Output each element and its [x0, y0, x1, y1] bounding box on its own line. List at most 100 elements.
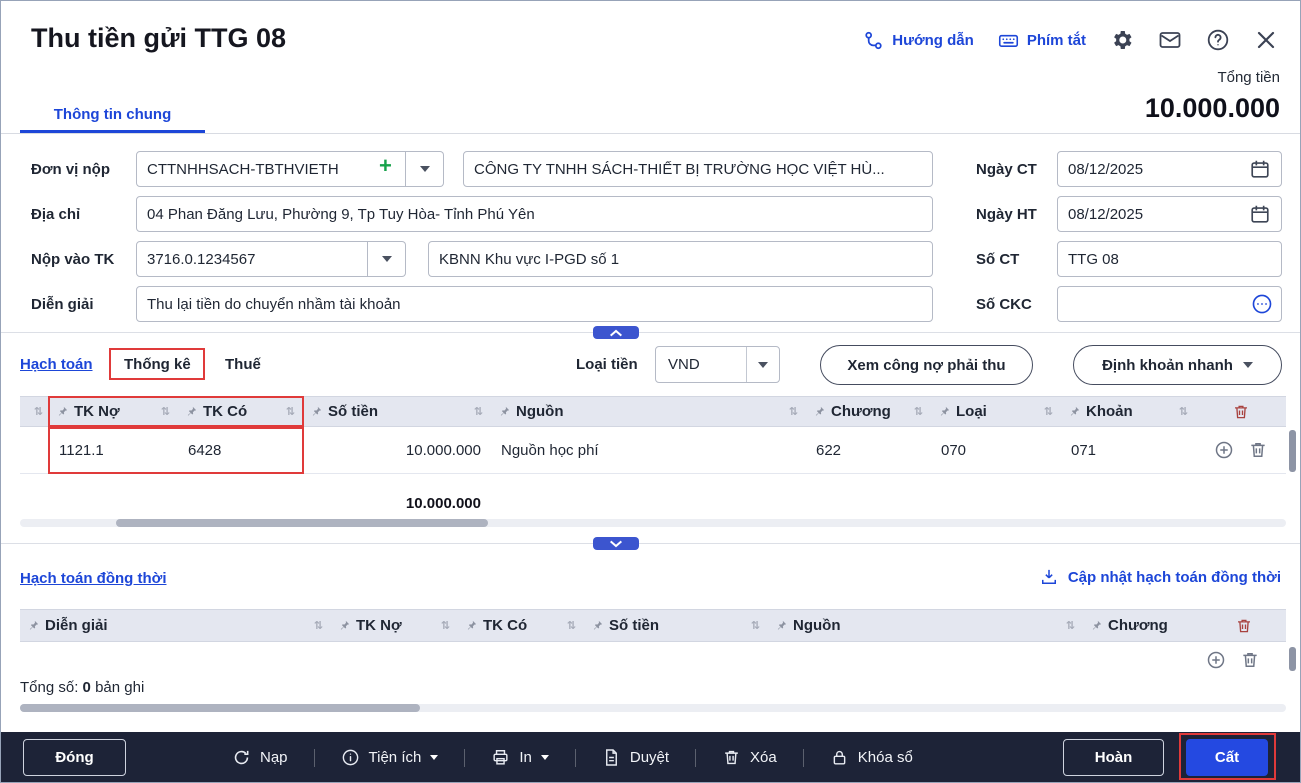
keyboard-icon [998, 30, 1019, 51]
sort-icon: ⇅ [914, 405, 923, 418]
delete-button[interactable]: Xóa [696, 748, 803, 767]
ckc-input[interactable] [1057, 286, 1282, 322]
feedback-mail-icon[interactable] [1158, 28, 1182, 52]
vertical-scrollbar[interactable] [1289, 430, 1296, 472]
document-icon [602, 748, 621, 767]
print-button[interactable]: In [465, 748, 575, 767]
add-row-icon[interactable] [1214, 440, 1234, 460]
cell-nguon[interactable]: Nguồn học phí [491, 442, 806, 459]
table-row[interactable]: 1121.1 6428 10.000.000 Nguồn học phí 622… [20, 427, 1286, 474]
payer-code-input[interactable] [136, 151, 406, 187]
printer-icon [491, 748, 510, 767]
chevron-up-icon [608, 328, 624, 338]
approve-button[interactable]: Duyệt [576, 748, 695, 767]
delete-row-icon[interactable] [1248, 440, 1268, 460]
col-header-loai[interactable]: Loại ⇅ [931, 397, 1061, 426]
chevron-down-icon [608, 539, 624, 549]
collapse-form-button[interactable] [593, 326, 639, 339]
pin-icon [186, 406, 197, 417]
address-input[interactable] [136, 196, 933, 232]
cell-tk-no[interactable]: 1121.1 [49, 442, 178, 459]
account-name-input[interactable] [428, 241, 933, 277]
shortcut-link[interactable]: Phím tắt [998, 30, 1086, 51]
save-button[interactable]: Cất [1186, 739, 1268, 776]
col-header-chuong[interactable]: Chương ⇅ [806, 397, 931, 426]
delete-row-icon[interactable] [1240, 650, 1260, 670]
help-icon[interactable] [1206, 28, 1230, 52]
download-icon [1039, 567, 1059, 587]
vertical-scrollbar[interactable] [1289, 647, 1296, 671]
sort-icon: ⇅ [567, 619, 576, 632]
currency-select[interactable]: VND [655, 346, 780, 383]
tab-thong-tin-chung[interactable]: Thông tin chung [20, 98, 205, 133]
calendar-icon[interactable] [1249, 158, 1271, 180]
record-count: Tổng số: 0 bản ghi [20, 679, 144, 696]
view-receivables-button[interactable]: Xem công nợ phải thu [820, 345, 1033, 385]
total-amount-label: Tổng tiền [1217, 69, 1280, 86]
add-payer-icon[interactable]: + [379, 153, 392, 179]
more-options-icon[interactable] [1251, 293, 1273, 315]
col-header-so-tien[interactable]: Số tiền ⇅ [303, 397, 491, 426]
simultaneous-posting-link[interactable]: Hạch toán đồng thời [20, 570, 166, 587]
col-header-nguon[interactable]: Nguồn ⇅ [768, 610, 1083, 641]
cell-so-tien[interactable]: 10.000.000 [303, 442, 491, 459]
settings-gear-icon[interactable] [1110, 28, 1134, 52]
calendar-icon[interactable] [1249, 203, 1271, 225]
cell-tk-co[interactable]: 6428 [178, 442, 303, 459]
cell-loai[interactable]: 070 [931, 442, 1061, 459]
quick-posting-button[interactable]: Định khoản nhanh [1073, 345, 1282, 385]
delete-all-rows-icon[interactable] [1201, 610, 1286, 641]
add-row-icon[interactable] [1206, 650, 1226, 670]
col-header-chuong[interactable]: Chương [1083, 610, 1201, 641]
tab-thue[interactable]: Thuế [225, 356, 261, 373]
chevron-down-icon [1243, 362, 1253, 368]
dialog-thu-tien-gui: Thu tiền gửi TTG 08 Hướng dẫn Phím tắt T… [0, 0, 1301, 783]
close-icon[interactable] [1254, 28, 1278, 52]
total-so-tien: 10.000.000 [303, 495, 491, 512]
total-amount-value: 10.000.000 [1145, 93, 1280, 124]
simultaneous-table-header: Diễn giải ⇅ TK Nợ ⇅ TK Có ⇅ Số tiền ⇅ Ng… [20, 609, 1286, 642]
lock-icon [830, 748, 849, 767]
account-code-input[interactable] [136, 241, 368, 277]
close-button[interactable]: Đóng [23, 739, 126, 776]
date-ht-label: Ngày HT [976, 206, 1037, 223]
utilities-button[interactable]: Tiện ích [315, 748, 465, 767]
tab-hach-toan[interactable]: Hạch toán [20, 356, 93, 373]
col-header-nguon[interactable]: Nguồn ⇅ [491, 397, 806, 426]
col-header-tk-co[interactable]: TK Có ⇅ [178, 397, 303, 426]
simultaneous-table-body [20, 642, 1286, 676]
sort-icon: ⇅ [474, 405, 483, 418]
payer-dropdown-button[interactable] [406, 151, 444, 187]
guide-icon [863, 30, 884, 51]
col-header-tk-no[interactable]: TK Nợ ⇅ [331, 610, 458, 641]
currency-value: VND [668, 356, 700, 373]
doc-no-input[interactable] [1057, 241, 1282, 277]
account-label: Nộp vào TK [31, 251, 114, 268]
horizontal-scrollbar-thumb[interactable] [20, 704, 420, 712]
cell-chuong[interactable]: 622 [806, 442, 931, 459]
lock-button[interactable]: Khóa sổ [804, 748, 939, 767]
section-divider [1, 543, 1300, 544]
reload-button[interactable]: Nạp [206, 748, 314, 767]
col-header-khoan[interactable]: Khoản ⇅ [1061, 397, 1196, 426]
collapse-detail-button[interactable] [593, 537, 639, 550]
col-header-tk-co[interactable]: TK Có ⇅ [458, 610, 584, 641]
ckc-label: Số CKC [976, 296, 1032, 313]
sort-icon: ⇅ [314, 619, 323, 632]
select-divider [746, 347, 747, 382]
account-dropdown-button[interactable] [368, 241, 406, 277]
payer-name-input[interactable] [463, 151, 933, 187]
col-header-so-tien[interactable]: Số tiền ⇅ [584, 610, 768, 641]
undo-button[interactable]: Hoàn [1063, 739, 1164, 776]
horizontal-scrollbar-thumb[interactable] [116, 519, 488, 527]
cell-khoan[interactable]: 071 [1061, 442, 1196, 459]
col-header-dien-giai[interactable]: Diễn giải ⇅ [20, 610, 331, 641]
delete-all-rows-icon[interactable] [1196, 397, 1286, 426]
guide-link[interactable]: Hướng dẫn [863, 30, 974, 51]
row-number-column-header[interactable]: ⇅ [20, 397, 49, 426]
form-divider [1, 332, 1300, 333]
description-input[interactable] [136, 286, 933, 322]
update-simultaneous-posting-link[interactable]: Cập nhật hạch toán đồng thời [1039, 567, 1281, 587]
tab-thong-ke[interactable]: Thống kê [124, 356, 191, 373]
col-header-tk-no[interactable]: TK Nợ ⇅ [49, 397, 178, 426]
